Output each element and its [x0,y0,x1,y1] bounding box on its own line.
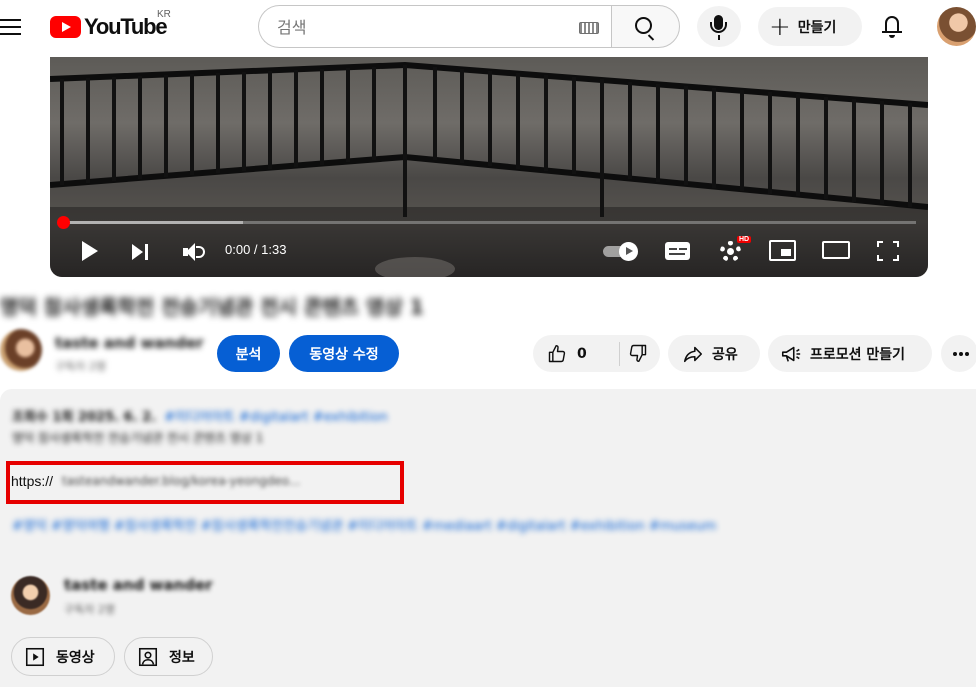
voice-search-button[interactable] [697,6,741,47]
subscriber-count: 구독자 2명 [55,360,106,373]
like-count: 0 [577,345,587,362]
autoplay-toggle[interactable] [603,242,640,261]
channel-videos-button[interactable]: 동영상 [11,637,115,676]
channel-avatar[interactable] [0,329,42,371]
create-label: 만들기 [797,19,837,36]
edit-video-button[interactable]: 동영상 수정 [289,335,399,372]
youtube-play-icon [50,16,81,38]
account-avatar[interactable] [937,7,976,46]
video-player[interactable]: 0:00 / 1:33 HD [50,57,928,277]
more-actions-icon[interactable] [941,335,976,372]
hashtag-list[interactable]: #영덕 #영덕여행 #참사생록학전 #참사생록학전전승기념관 #미디어아트 #m… [12,515,716,534]
video-icon [25,647,45,666]
video-frame [50,61,928,277]
miniplayer-icon[interactable] [769,240,796,261]
hd-badge: HD [737,236,752,243]
share-button[interactable]: 공유 [668,335,760,372]
description-link[interactable]: tasteandwander.blog/korea-yeongdeo... [62,474,300,488]
channel-name[interactable]: taste and wander [55,334,204,352]
menu-icon[interactable] [0,17,22,37]
promote-button[interactable]: 프로모션 만들기 [768,335,932,372]
buffered-bar [64,221,243,224]
time-display: 0:00 / 1:33 [225,242,287,257]
notifications-bell-icon[interactable] [882,16,902,38]
video-title: 명덕 참사생록학전 전승기념관 전시 콘텐츠 영상 1 [0,295,424,319]
channel-about-button[interactable]: 정보 [124,637,213,676]
view-count-date: 조회수 1회 2025. 6. 2. #미디어아트 #digitalart #ex… [12,410,388,425]
description-channel-avatar[interactable] [11,576,50,615]
settings-gear-icon[interactable] [720,241,741,262]
search-box [258,5,611,48]
masthead: YouTube KR + 만들기 [0,0,976,56]
next-icon[interactable] [132,243,150,261]
share-label: 공유 [712,346,738,363]
profile-card-icon [138,647,158,666]
search-input[interactable] [277,15,567,39]
analytics-button[interactable]: 분석 [217,335,280,372]
fullscreen-icon[interactable] [877,241,899,261]
videos-label: 동영상 [56,649,95,666]
about-label: 정보 [169,649,195,666]
volume-icon[interactable] [183,242,207,262]
play-icon[interactable] [82,241,98,261]
subtitles-icon[interactable] [665,242,690,260]
megaphone-icon [781,346,801,362]
share-arrow-icon [683,346,703,362]
create-button[interactable]: + 만들기 [758,7,862,46]
scrub-handle[interactable] [57,216,70,229]
search-button[interactable] [611,5,680,48]
description-text: 명덕 참사생록학전 전승기념관 전시 콘텐츠 영상 1 [12,431,264,445]
thumbs-down-icon [629,344,647,363]
thumbs-up-icon [548,344,566,362]
plus-icon: + [769,11,791,42]
meta-hashtags[interactable]: #미디어아트 #digitalart #exhibition [164,410,388,425]
keyboard-icon[interactable] [579,22,599,34]
search-icon [635,17,652,34]
theater-mode-icon[interactable] [822,241,850,259]
progress-bar[interactable] [57,216,916,229]
promote-label: 프로모션 만들기 [810,346,906,363]
description-channel-name[interactable]: taste and wander [64,576,213,594]
like-button[interactable]: 0 [533,335,619,372]
link-prefix: https:// [11,473,54,489]
dislike-button[interactable] [620,335,660,372]
microphone-icon [710,15,727,33]
like-dislike-group: 0 [533,335,660,372]
description-subscriber-count: 구독자 2명 [64,603,115,616]
logo-text: YouTube [84,14,168,39]
region-code: KR [157,9,171,20]
youtube-logo[interactable]: YouTube [50,14,168,40]
